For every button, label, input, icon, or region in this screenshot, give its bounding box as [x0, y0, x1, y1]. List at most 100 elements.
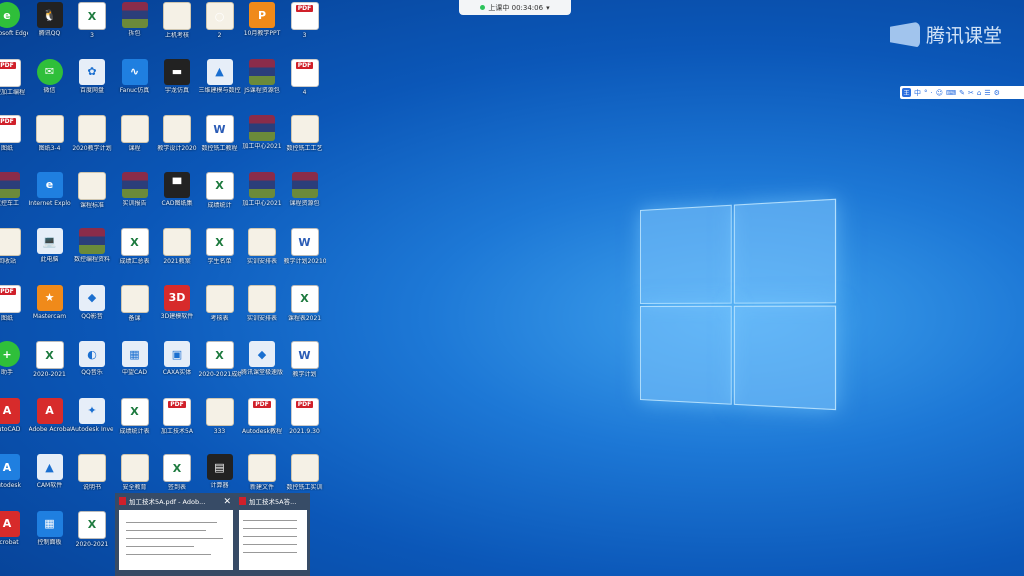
desktop-icon[interactable]: 2020教学计划: [71, 115, 113, 171]
ime-item[interactable]: ✂: [968, 89, 974, 97]
desktop-icon[interactable]: 加工技术5A: [156, 397, 198, 454]
desktop-icon[interactable]: W 教学计划: [284, 341, 326, 397]
desktop-icon[interactable]: ★ Mastercam: [29, 284, 71, 341]
window-thumbnail[interactable]: 加工技术5A答...: [239, 495, 307, 576]
desktop-icon[interactable]: 说明书: [71, 454, 113, 510]
ime-item[interactable]: ⌨: [946, 89, 956, 97]
desktop-icon[interactable]: 实训安排表: [241, 284, 283, 341]
desktop-icon[interactable]: 教学设计2020: [156, 115, 198, 171]
desktop-icon[interactable]: X 课程表2021: [284, 284, 326, 341]
desktop-icon[interactable]: 图纸: [0, 115, 28, 171]
desktop-icon[interactable]: X 2020-2021: [29, 341, 71, 397]
desktop-icon[interactable]: + 助手: [0, 341, 28, 397]
desktop-icon[interactable]: 回收站: [0, 228, 28, 284]
desktop-icon[interactable]: X 2020-2021成绩: [199, 341, 241, 397]
close-icon[interactable]: ✕: [223, 497, 231, 507]
desktop-icon[interactable]: ✦Autodesk Inventor: [71, 397, 113, 454]
desktop-icon[interactable]: X 成绩统计表: [114, 397, 156, 454]
file-icon: ◆: [79, 284, 105, 311]
desktop-icon[interactable]: X 成绩汇总表: [114, 228, 156, 284]
desktop-icon[interactable]: Autodesk教程: [241, 397, 283, 454]
desktop-icon[interactable]: 333: [199, 397, 241, 454]
desktop-icon[interactable]: 2021.9.30: [284, 397, 326, 454]
desktop-icon[interactable]: e Microsoft Edge: [0, 2, 28, 58]
desktop-icon[interactable]: ▦ 控制面板: [29, 510, 71, 567]
desktop-icon-label: 数控加工编程: [0, 88, 25, 96]
desktop-icon-label: 宇龙仿真: [164, 86, 189, 94]
desktop-icon[interactable]: 实训报告: [114, 171, 156, 228]
file-icon: [163, 115, 191, 143]
ime-item[interactable]: ✎: [959, 89, 965, 97]
desktop-icon[interactable]: 图纸: [0, 284, 28, 341]
desktop-icon[interactable]: 加工中心2021: [241, 115, 283, 171]
desktop-icon[interactable]: 上机考核: [156, 2, 198, 58]
desktop-icon[interactable]: ○ 2: [199, 2, 241, 58]
desktop-icon[interactable]: X3: [71, 2, 113, 58]
desktop-icon[interactable]: 数控铣工工艺: [284, 115, 326, 171]
chevron-down-icon[interactable]: ▾: [546, 4, 550, 12]
desktop-icon[interactable]: W 数控铣工教程: [199, 115, 241, 171]
ime-item[interactable]: °: [924, 89, 928, 97]
ime-item[interactable]: ·: [931, 89, 933, 97]
thumbnail-title: 加工技术5A答...: [249, 498, 297, 506]
file-icon: [249, 171, 275, 198]
desktop-icon[interactable]: ▦ 中望CAD: [114, 341, 156, 397]
desktop-icon[interactable]: ◆ 腾讯课堂极速版: [241, 341, 283, 397]
desktop-icon[interactable]: ✉ 微信: [29, 58, 71, 115]
desktop-icon[interactable]: AAcrobat: [0, 510, 28, 567]
desktop-icon[interactable]: 拆包: [114, 2, 156, 58]
desktop-icon[interactable]: ◆ QQ影音: [71, 284, 113, 341]
desktop-icon[interactable]: 数控车工: [0, 171, 28, 228]
desktop-icon[interactable]: 3: [284, 2, 326, 58]
desktop-icon[interactable]: X 2020-2021: [71, 510, 113, 567]
desktop-icon[interactable]: 💻 此电脑: [29, 228, 71, 284]
desktop-icon[interactable]: eInternet Explorer: [29, 171, 71, 228]
desktop-icon[interactable]: 课程标准: [71, 171, 113, 228]
ime-toolbar[interactable]: 王 中 ° · ☺ ⌨ ✎ ✂ ⌂ ☰ ⚙: [900, 86, 1024, 99]
desktop-icon[interactable]: 课程: [114, 115, 156, 171]
file-icon: A: [0, 454, 20, 480]
desktop-icon[interactable]: ▣ CAXA实体: [156, 341, 198, 397]
desktop-icon[interactable]: 4: [284, 58, 326, 115]
desktop-icon[interactable]: ▬ 宇龙仿真: [156, 58, 198, 115]
desktop-icon[interactable]: ▀ CAD图纸集: [156, 171, 198, 228]
desktop-icon[interactable]: 2021教案: [156, 228, 198, 284]
desktop-icon[interactable]: 加工中心2021: [241, 171, 283, 228]
desktop-icon[interactable]: ▲ CAM软件: [29, 454, 71, 510]
ime-item[interactable]: 中: [914, 88, 921, 98]
desktop-icon[interactable]: AAutoCAD: [0, 397, 28, 454]
desktop-icon[interactable]: ✿ 百度网盘: [71, 58, 113, 115]
desktop-icon[interactable]: 3D 3D建模软件: [156, 284, 198, 341]
desktop-icon[interactable]: X 成绩统计: [199, 171, 241, 228]
desktop-icon-label: 拆包: [128, 30, 141, 37]
desktop-icon[interactable]: 数控加工编程: [0, 58, 28, 115]
ime-item[interactable]: ⌂: [977, 89, 981, 97]
desktop-icon[interactable]: 考核表: [199, 284, 241, 341]
ime-logo-icon[interactable]: 王: [902, 88, 911, 97]
desktop-icon[interactable]: 备课: [114, 284, 156, 341]
desktop-icon[interactable]: A Autodesk: [0, 454, 28, 510]
ime-item[interactable]: ⚙: [994, 89, 1000, 97]
desktop-icon[interactable]: P 10月教学PPT: [241, 2, 283, 58]
desktop-icon[interactable]: ∿ Fanuc仿真: [114, 58, 156, 115]
desktop-icon[interactable]: 图纸3-4: [29, 115, 71, 171]
desktop-icon[interactable]: JS课程资源包: [241, 58, 283, 115]
desktop-icon[interactable]: ▲三维建模与数控加工: [199, 58, 241, 115]
desktop-icon[interactable]: 🐧 腾讯QQ: [29, 2, 71, 58]
desktop-icon[interactable]: W 教学计划20210927: [284, 228, 326, 284]
desktop-icon[interactable]: 实训安排表: [241, 228, 283, 284]
thumbnail-preview: [239, 510, 307, 570]
file-icon: [205, 284, 234, 313]
window-thumbnail[interactable]: 加工技术5A.pdf - Adob... ✕: [119, 495, 233, 576]
desktop-icon-label: 成绩统计: [207, 201, 232, 209]
desktop-icon[interactable]: 课程资源包: [284, 171, 326, 228]
class-status-pill[interactable]: 上课中 00:34:06 ▾: [459, 0, 571, 15]
ime-item[interactable]: ☰: [984, 89, 990, 97]
desktop-icon[interactable]: A Adobe Acrobat: [29, 397, 71, 454]
desktop-icon[interactable]: X 学生名单: [199, 228, 241, 284]
file-icon: [0, 284, 21, 313]
desktop-icon[interactable]: ◐ QQ音乐: [71, 341, 113, 397]
ime-item[interactable]: ☺: [936, 89, 943, 97]
file-icon: [248, 397, 276, 426]
desktop-icon[interactable]: 数控编程资料: [71, 228, 113, 284]
